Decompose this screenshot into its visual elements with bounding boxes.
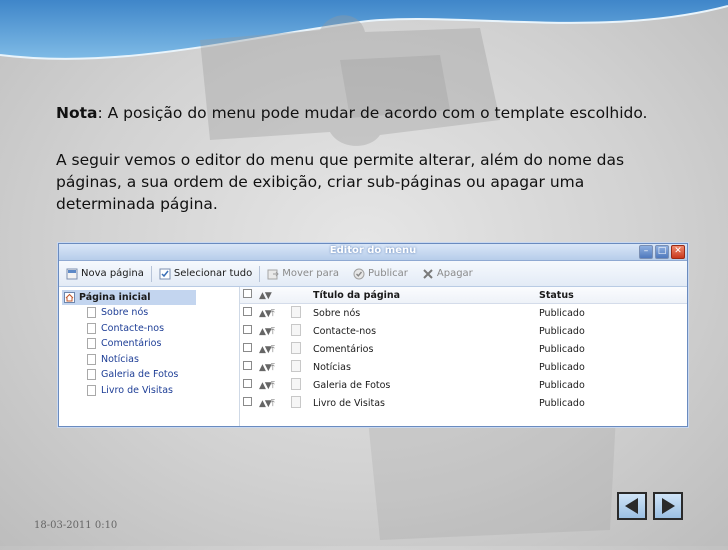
pages-table: ▲▼ Título da página Status ▲▼⤒ Sobre nós… bbox=[240, 287, 687, 426]
new-page-label: Nova página bbox=[81, 268, 144, 279]
move-to-icon bbox=[267, 269, 279, 279]
page-icon bbox=[291, 377, 301, 390]
tree-item[interactable]: Galeria de Fotos bbox=[59, 367, 239, 383]
next-slide-button[interactable] bbox=[653, 492, 683, 520]
tree-item-label: Comentários bbox=[101, 338, 162, 350]
reorder-arrows-icon[interactable]: ▲▼⤒ bbox=[259, 381, 275, 391]
row-title: Galeria de Fotos bbox=[313, 379, 391, 391]
page-icon bbox=[87, 384, 96, 396]
row-status: Publicado bbox=[539, 397, 585, 409]
row-title: Sobre nós bbox=[313, 307, 361, 319]
row-title: Comentários bbox=[313, 343, 374, 355]
minimize-icon[interactable]: – bbox=[639, 245, 653, 259]
tree-item[interactable]: Notícias bbox=[59, 352, 239, 368]
triangle-right-icon bbox=[662, 498, 675, 514]
description-paragraph: A seguir vemos o editor do menu que perm… bbox=[56, 151, 625, 213]
column-header-title: Título da página bbox=[313, 289, 401, 301]
delete-icon bbox=[423, 268, 433, 279]
table-row[interactable]: ▲▼⤒ Galeria de Fotos Publicado bbox=[240, 376, 687, 394]
select-all-icon bbox=[159, 268, 171, 279]
page-tree: Página inicial Sobre nós Contacte-nos Co… bbox=[59, 287, 240, 426]
tree-item-label: Galeria de Fotos bbox=[101, 369, 179, 381]
column-header-status: Status bbox=[539, 289, 574, 301]
tree-root-item[interactable]: Página inicial bbox=[62, 290, 196, 305]
tree-item[interactable]: Comentários bbox=[59, 336, 239, 352]
page-icon bbox=[291, 341, 301, 354]
reorder-arrows-icon[interactable]: ▲▼⤒ bbox=[259, 327, 275, 337]
table-row[interactable]: ▲▼⤒ Notícias Publicado bbox=[240, 358, 687, 376]
row-status: Publicado bbox=[539, 307, 585, 319]
tree-item[interactable]: Livro de Visitas bbox=[59, 383, 239, 399]
window-titlebar: Editor do menu – □ ✕ bbox=[59, 244, 687, 261]
maximize-icon[interactable]: □ bbox=[655, 245, 669, 259]
table-header: ▲▼ Título da página Status bbox=[240, 287, 687, 304]
row-checkbox[interactable] bbox=[243, 379, 252, 388]
table-row[interactable]: ▲▼⤒ Comentários Publicado bbox=[240, 340, 687, 358]
row-title: Notícias bbox=[313, 361, 351, 373]
row-status: Publicado bbox=[539, 361, 585, 373]
reorder-arrows-icon[interactable]: ▲▼⤒ bbox=[259, 309, 275, 319]
row-status: Publicado bbox=[539, 325, 585, 337]
tree-item-label: Contacte-nos bbox=[101, 322, 165, 334]
new-page-button[interactable]: Nova página bbox=[59, 265, 151, 283]
page-icon bbox=[87, 322, 96, 334]
row-checkbox[interactable] bbox=[243, 307, 252, 316]
reorder-arrows-icon[interactable]: ▲▼⤒ bbox=[259, 399, 275, 409]
editor-content: Página inicial Sobre nós Contacte-nos Co… bbox=[59, 287, 687, 426]
page-icon bbox=[291, 323, 301, 336]
note-text: Nota: A posição do menu pode mudar de ac… bbox=[56, 102, 696, 124]
tree-root-label: Página inicial bbox=[79, 292, 151, 303]
close-icon[interactable]: ✕ bbox=[671, 245, 685, 259]
new-page-icon bbox=[66, 268, 78, 279]
home-icon bbox=[64, 292, 75, 303]
window-title: Editor do menu bbox=[329, 245, 417, 256]
reorder-arrows-icon[interactable]: ▲▼⤒ bbox=[259, 363, 275, 373]
row-status: Publicado bbox=[539, 379, 585, 391]
select-all-button[interactable]: Selecionar tudo bbox=[152, 265, 259, 283]
puzzle-background-image bbox=[200, 15, 500, 146]
publish-button[interactable]: Publicar bbox=[346, 265, 415, 283]
tree-item-label: Notícias bbox=[101, 353, 139, 365]
row-title: Livro de Visitas bbox=[313, 397, 385, 409]
move-to-button[interactable]: Mover para bbox=[260, 265, 346, 283]
row-title: Contacte-nos bbox=[313, 325, 377, 337]
select-all-label: Selecionar tudo bbox=[173, 268, 253, 279]
publish-icon bbox=[353, 268, 365, 279]
row-checkbox[interactable] bbox=[243, 397, 252, 406]
move-to-label: Mover para bbox=[282, 268, 340, 279]
editor-toolbar: Nova página Selecionar tudo Mover para P… bbox=[59, 261, 687, 287]
tree-item[interactable]: Contacte-nos bbox=[59, 321, 239, 337]
row-checkbox[interactable] bbox=[243, 343, 252, 352]
table-row[interactable]: ▲▼⤒ Contacte-nos Publicado bbox=[240, 322, 687, 340]
page-icon bbox=[87, 369, 96, 381]
reorder-arrows-icon[interactable]: ▲▼⤒ bbox=[259, 345, 275, 355]
page-icon bbox=[87, 353, 96, 365]
page-icon bbox=[291, 305, 301, 318]
page-icon bbox=[87, 307, 96, 319]
row-status: Publicado bbox=[539, 343, 585, 355]
row-checkbox[interactable] bbox=[243, 325, 252, 334]
delete-button[interactable]: Apagar bbox=[415, 265, 480, 283]
tree-item-label: Livro de Visitas bbox=[101, 384, 173, 396]
note-body: : A posição do menu pode mudar de acordo… bbox=[97, 104, 648, 122]
publish-label: Publicar bbox=[368, 268, 408, 279]
triangle-left-icon bbox=[625, 498, 638, 514]
slide-date: 18-03-2011 0:10 bbox=[34, 520, 118, 531]
note-label: Nota bbox=[56, 104, 98, 122]
page-icon bbox=[291, 395, 301, 408]
page-icon bbox=[87, 338, 96, 350]
tree-item[interactable]: Sobre nós bbox=[59, 305, 239, 321]
table-row[interactable]: ▲▼⤒ Livro de Visitas Publicado bbox=[240, 394, 687, 412]
menu-editor-window: Editor do menu – □ ✕ Nova página Selecio… bbox=[58, 243, 688, 427]
previous-slide-button[interactable] bbox=[617, 492, 647, 520]
page-icon bbox=[291, 359, 301, 372]
reorder-header-icon: ▲▼ bbox=[259, 290, 272, 301]
table-row[interactable]: ▲▼⤒ Sobre nós Publicado bbox=[240, 304, 687, 322]
select-all-checkbox[interactable] bbox=[243, 289, 252, 298]
row-checkbox[interactable] bbox=[243, 361, 252, 370]
tree-item-label: Sobre nós bbox=[101, 307, 149, 319]
delete-label: Apagar bbox=[436, 268, 473, 279]
